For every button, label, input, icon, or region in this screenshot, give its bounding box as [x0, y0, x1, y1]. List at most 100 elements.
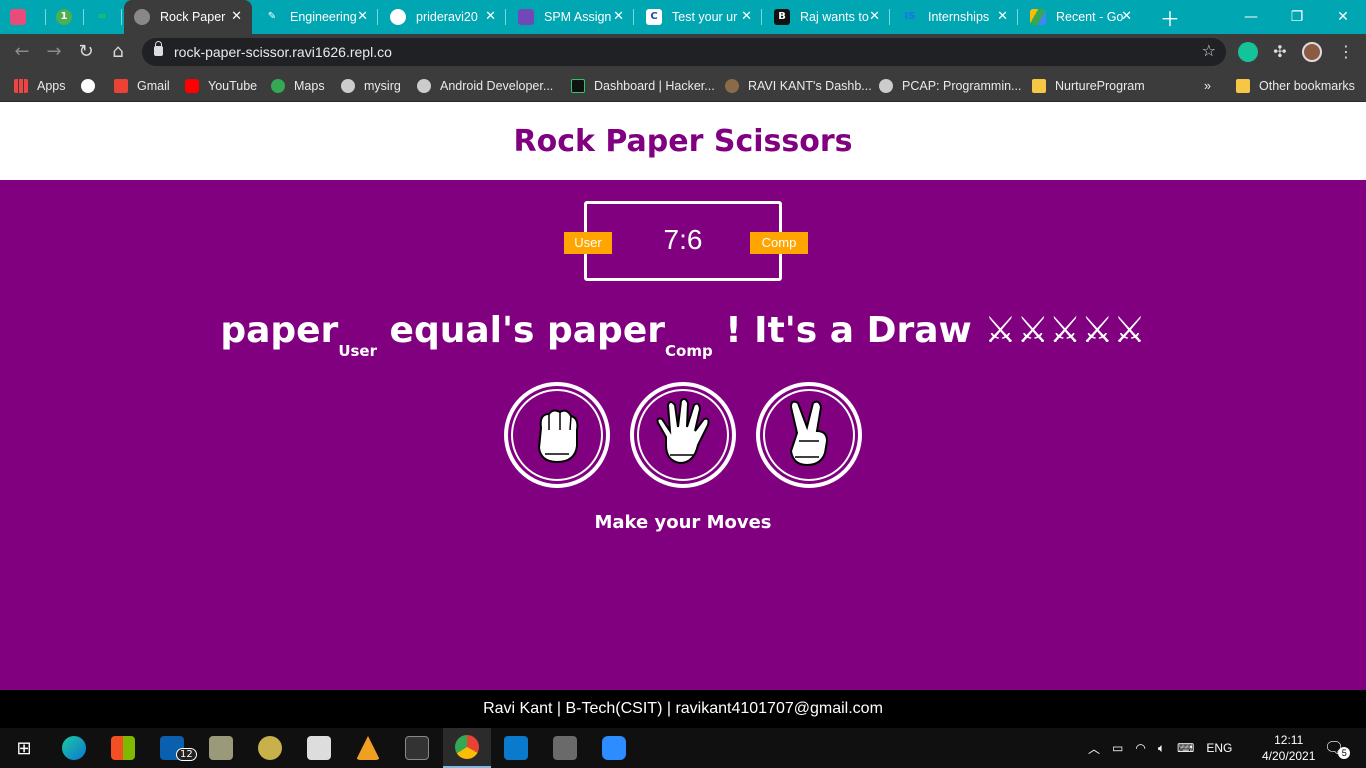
- taskbar-app-triangle[interactable]: [344, 728, 392, 768]
- scissors-hand-icon: [763, 389, 855, 481]
- tab-gitmoji[interactable]: [0, 0, 46, 34]
- taskbar-settings-app[interactable]: [246, 728, 294, 768]
- github-icon: [390, 9, 406, 25]
- chevron-up-icon[interactable]: ︿: [1088, 740, 1100, 757]
- bookmark-apps[interactable]: Apps: [14, 76, 66, 96]
- clock-time: 12:11: [1274, 733, 1304, 747]
- close-icon[interactable]: ✕: [485, 9, 496, 25]
- taskbar-edge[interactable]: [50, 728, 98, 768]
- close-window-icon[interactable]: ✕: [1320, 0, 1366, 34]
- bookmark-mysirg[interactable]: mysirg: [341, 76, 401, 96]
- bookmark-label: Dashboard | Hacker...: [594, 79, 715, 93]
- tab-label: Recent - Go: [1056, 10, 1124, 24]
- close-icon[interactable]: ✕: [1121, 9, 1132, 25]
- tab-drive[interactable]: Recent - Go ✕: [1020, 0, 1142, 34]
- edge-icon: [62, 736, 86, 760]
- wifi-icon[interactable]: ◠: [1135, 741, 1145, 755]
- c-icon: C: [646, 9, 662, 25]
- menu-kebab-icon[interactable]: ⋮: [1336, 42, 1356, 62]
- browser-toolbar: ← → ↻ ⌂ rock-paper-scissor.ravi1626.repl…: [0, 34, 1366, 70]
- tab-github[interactable]: prideravi20 ✕: [380, 0, 506, 34]
- taskbar-chrome[interactable]: [443, 728, 491, 768]
- whatsapp-icon: 1: [56, 9, 72, 25]
- tab-engineering[interactable]: ✎ Engineering ✕: [254, 0, 378, 34]
- tab-internships[interactable]: IS Internships ✕: [892, 0, 1018, 34]
- bookmark-other[interactable]: Other bookmarks: [1236, 76, 1355, 96]
- tab-raj[interactable]: B Raj wants to ✕: [764, 0, 890, 34]
- scissors-button[interactable]: [756, 382, 862, 488]
- avatar[interactable]: [1302, 42, 1322, 62]
- home-icon[interactable]: ⌂: [106, 41, 130, 63]
- triangle-icon: [356, 736, 380, 760]
- taskbar-tools[interactable]: [197, 728, 245, 768]
- drive-icon: [1030, 9, 1046, 25]
- bookmark-android[interactable]: Android Developer...: [417, 76, 553, 96]
- choices-row: [504, 382, 864, 490]
- paper-button[interactable]: [630, 382, 736, 488]
- bookmark-nurture[interactable]: NurtureProgram: [1032, 76, 1145, 96]
- restore-icon[interactable]: ❐: [1274, 0, 1320, 34]
- rock-button[interactable]: [504, 382, 610, 488]
- bookmark-label: Other bookmarks: [1259, 79, 1355, 93]
- close-icon[interactable]: ✕: [357, 9, 368, 25]
- new-tab-button[interactable]: ＋: [1150, 0, 1180, 34]
- gmail-icon: [114, 79, 128, 93]
- close-icon[interactable]: ✕: [613, 9, 624, 25]
- user-sub-label: User: [338, 342, 378, 360]
- bookmark-gmail[interactable]: Gmail: [114, 76, 170, 96]
- notification-center[interactable]: 🗨︎ 5: [1324, 728, 1351, 768]
- clock[interactable]: 12:11 4/20/2021: [1262, 728, 1315, 768]
- forward-icon[interactable]: →: [42, 41, 66, 63]
- taskbar-vscode[interactable]: [492, 728, 540, 768]
- close-icon[interactable]: ✕: [741, 9, 752, 25]
- back-icon[interactable]: ←: [10, 41, 34, 63]
- tab-link[interactable]: ∞: [84, 0, 122, 34]
- taskbar-zoom[interactable]: [590, 728, 638, 768]
- clock-date: 4/20/2021: [1262, 749, 1316, 763]
- keyboard-icon[interactable]: ⌨: [1177, 741, 1194, 755]
- close-icon[interactable]: ✕: [997, 9, 1008, 25]
- bookmark-google[interactable]: [81, 76, 104, 96]
- minimize-icon[interactable]: —: [1228, 0, 1274, 34]
- volume-icon[interactable]: 🔈︎: [1158, 741, 1165, 756]
- bookmark-label: Maps: [294, 79, 325, 93]
- taskbar-app-shield[interactable]: [295, 728, 343, 768]
- bookmark-star-icon[interactable]: ☆: [1202, 41, 1216, 60]
- bookmark-maps[interactable]: Maps: [271, 76, 325, 96]
- battery-icon[interactable]: ▭: [1112, 741, 1123, 755]
- extensions-icon[interactable]: ✣: [1270, 42, 1290, 62]
- bookmark-youtube[interactable]: YouTube: [185, 76, 257, 96]
- reload-icon[interactable]: ↻: [74, 41, 98, 63]
- address-bar[interactable]: rock-paper-scissor.ravi1626.repl.co ☆: [142, 38, 1226, 66]
- windows-logo-icon: ⊞: [16, 737, 32, 759]
- chef-icon: [725, 79, 739, 93]
- chrome-icon: [455, 735, 479, 759]
- tab-spm[interactable]: SPM Assign ✕: [508, 0, 634, 34]
- bookmark-label: YouTube: [208, 79, 258, 93]
- bookmark-label: mysirg: [364, 79, 401, 93]
- taskbar-terminal[interactable]: [393, 728, 441, 768]
- language-indicator[interactable]: ENG: [1206, 741, 1232, 755]
- start-button[interactable]: ⊞: [0, 728, 48, 768]
- page-title: Rock Paper Scissors: [513, 124, 853, 159]
- b-icon: B: [774, 9, 790, 25]
- bookmark-label: »: [1204, 79, 1211, 93]
- bookmark-hackerrank[interactable]: Dashboard | Hacker...: [571, 76, 715, 96]
- grammarly-icon[interactable]: [1238, 42, 1258, 62]
- tab-rock-paper[interactable]: Rock Paper ✕: [124, 0, 252, 34]
- taskbar-store[interactable]: [99, 728, 147, 768]
- tab-test[interactable]: C Test your ur ✕: [636, 0, 762, 34]
- bookmark-ravikant[interactable]: RAVI KANT's Dashb...: [725, 76, 872, 96]
- bookmarks-bar: Apps Gmail YouTube Maps mysirg Android D…: [0, 70, 1366, 102]
- close-icon[interactable]: ✕: [231, 9, 242, 25]
- tab-whatsapp[interactable]: 1: [46, 0, 84, 34]
- taskbar-mail[interactable]: 12: [148, 728, 197, 768]
- notification-count: 5: [1338, 747, 1351, 759]
- globe-icon: [134, 9, 150, 25]
- more-bookmarks-button[interactable]: »: [1204, 76, 1211, 96]
- window-controls: — ❐ ✕: [1228, 0, 1366, 34]
- mail-badge: 12: [176, 748, 197, 761]
- close-icon[interactable]: ✕: [869, 9, 880, 25]
- bookmark-pcap[interactable]: PCAP: Programmin...: [879, 76, 1021, 96]
- taskbar-calculator[interactable]: [541, 728, 589, 768]
